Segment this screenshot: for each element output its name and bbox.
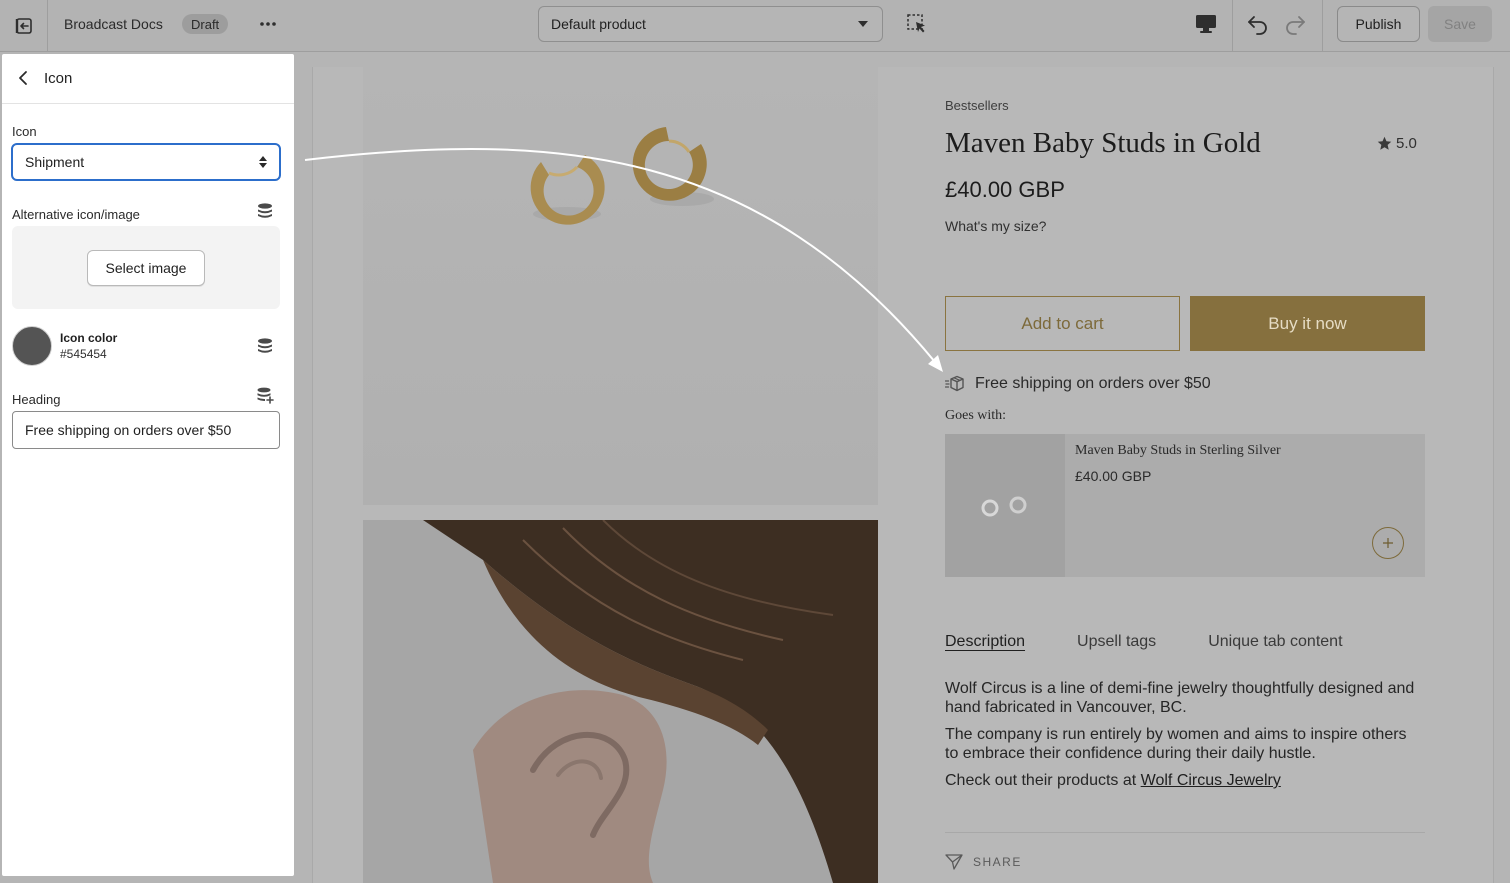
icon-color-swatch[interactable] <box>12 326 52 366</box>
dynamic-source-icon[interactable] <box>256 202 274 220</box>
shipping-icon-block[interactable]: Free shipping on orders over $50 <box>945 375 1211 393</box>
tab-description[interactable]: Description <box>945 633 1025 651</box>
template-select-value: Default product <box>551 16 646 32</box>
shipping-text: Free shipping on orders over $50 <box>975 375 1211 392</box>
icon-color-label: Icon color <box>60 331 118 345</box>
dynamic-source-icon[interactable] <box>256 337 274 355</box>
editor-topbar: Broadcast Docs Draft Default product Pub… <box>0 0 1510 52</box>
description-paragraph: Wolf Circus is a line of demi-fine jewel… <box>945 680 1415 716</box>
product-image-model[interactable] <box>363 520 878 883</box>
panel-header: Icon <box>2 54 294 104</box>
add-to-cart-button[interactable]: Add to cart <box>945 296 1180 351</box>
earrings-illustration <box>530 127 714 225</box>
star-icon <box>1377 136 1392 150</box>
settings-panel: Icon Icon Shipment Alternative icon/imag… <box>2 54 294 876</box>
share-send-icon <box>945 854 963 870</box>
share-label: SHARE <box>973 855 1022 869</box>
wolf-circus-link[interactable]: Wolf Circus Jewelry <box>1141 772 1281 789</box>
product-tabs: Description Upsell tags Unique tab conte… <box>945 633 1343 651</box>
rating-value: 5.0 <box>1396 135 1417 152</box>
shipment-icon <box>945 375 964 392</box>
undo-icon[interactable] <box>1246 12 1270 36</box>
select-image-button[interactable]: Select image <box>87 250 205 286</box>
icon-select-value: Shipment <box>25 154 85 170</box>
upsell-product-image[interactable] <box>945 434 1065 577</box>
description-paragraph: The company is run entirely by women and… <box>945 726 1407 762</box>
icon-select[interactable]: Shipment <box>11 143 281 181</box>
product-vendor: Bestsellers <box>945 98 1009 113</box>
more-horizontal-icon <box>260 22 276 26</box>
panel-title: Icon <box>44 70 73 87</box>
store-preview: Bestsellers Maven Baby Studs in Gold 5.0… <box>312 67 1494 883</box>
desktop-preview-icon[interactable] <box>1194 13 1218 35</box>
description-paragraph: Check out their products at Wolf Circus … <box>945 771 1415 790</box>
tab-unique-content[interactable]: Unique tab content <box>1208 633 1342 651</box>
select-arrows-icon <box>259 156 267 168</box>
publish-button[interactable]: Publish <box>1337 6 1420 42</box>
exit-button[interactable] <box>0 0 48 52</box>
product-description: Wolf Circus is a line of demi-fine jewel… <box>945 679 1415 798</box>
product-rating: 5.0 <box>1377 135 1417 152</box>
template-select[interactable]: Default product <box>538 6 883 42</box>
save-button[interactable]: Save <box>1428 6 1492 42</box>
exit-icon <box>15 18 32 34</box>
goes-with-label: Goes with: <box>945 408 1007 423</box>
upsell-card[interactable]: Maven Baby Studs in Sterling Silver £40.… <box>945 434 1425 577</box>
product-title: Maven Baby Studs in Gold <box>945 127 1261 159</box>
heading-input[interactable]: Free shipping on orders over $50 <box>12 411 280 449</box>
more-actions-button[interactable] <box>256 14 280 34</box>
store-name: Broadcast Docs <box>64 16 163 32</box>
icon-color-hex: #545454 <box>60 347 107 361</box>
upsell-add-button[interactable] <box>1372 527 1404 559</box>
share-button[interactable]: SHARE <box>945 853 1022 871</box>
status-badge: Draft <box>182 14 229 34</box>
upsell-product-name[interactable]: Maven Baby Studs in Sterling Silver <box>1075 443 1281 459</box>
size-guide-link[interactable]: What's my size? <box>945 218 1046 234</box>
upsell-product-price: £40.00 GBP <box>1075 468 1152 484</box>
caret-down-icon <box>858 21 868 27</box>
product-image-earrings[interactable] <box>363 67 878 505</box>
silver-studs-illustration <box>981 496 1027 517</box>
buy-it-now-button[interactable]: Buy it now <box>1190 296 1425 351</box>
share-divider <box>945 832 1425 833</box>
model-hair-illustration <box>363 520 878 883</box>
insert-dynamic-source-icon[interactable] <box>256 386 274 404</box>
heading-field-label: Heading <box>12 392 61 407</box>
alt-icon-label: Alternative icon/image <box>12 207 140 222</box>
plus-icon <box>1383 538 1393 548</box>
product-price: £40.00 GBP <box>945 177 1065 202</box>
redo-icon[interactable] <box>1283 12 1307 36</box>
inspector-icon[interactable] <box>906 13 928 35</box>
icon-field-label: Icon <box>12 124 37 139</box>
toolbar-divider <box>1322 0 1323 52</box>
toolbar-divider <box>1232 0 1233 52</box>
description-link-prefix: Check out their products at <box>945 772 1141 789</box>
back-arrow-icon[interactable] <box>16 70 32 86</box>
image-picker-area: Select image <box>12 226 280 309</box>
tab-upsell-tags[interactable]: Upsell tags <box>1077 633 1156 651</box>
